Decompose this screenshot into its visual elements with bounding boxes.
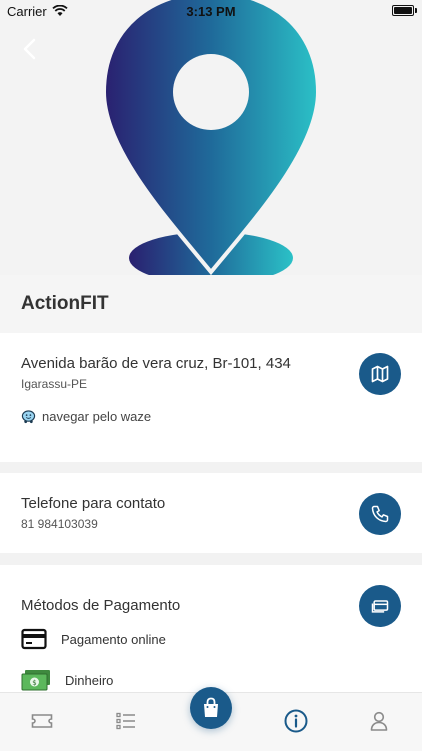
- waze-link[interactable]: navegar pelo waze: [21, 409, 151, 424]
- ticket-icon: [31, 714, 53, 728]
- credit-card-icon: [21, 628, 47, 650]
- clock: 3:13 PM: [186, 3, 236, 19]
- address-line: Avenida barão de vera cruz, Br-101, 434: [21, 355, 291, 372]
- shopping-bag-icon: [204, 697, 218, 717]
- payment-method-label: Dinheiro: [65, 672, 114, 688]
- call-button[interactable]: [359, 493, 401, 535]
- payment-button[interactable]: [359, 585, 401, 627]
- tab-list[interactable]: [112, 707, 140, 735]
- location-pin-illustration: [101, 0, 321, 275]
- contact-card: Telefone para contato 81 984103039: [0, 473, 422, 553]
- phone-number: 81 984103039: [21, 517, 98, 531]
- back-button[interactable]: [18, 36, 42, 62]
- battery-icon: [392, 5, 417, 16]
- phone-icon: [371, 505, 389, 523]
- contact-label: Telefone para contato: [21, 495, 166, 512]
- address-card: Avenida barão de vera cruz, Br-101, 434 …: [0, 333, 422, 462]
- waze-label: navegar pelo waze: [42, 409, 152, 424]
- tab-shop[interactable]: [190, 687, 232, 729]
- address-city: Igarassu-PE: [21, 377, 88, 391]
- user-icon: [370, 711, 388, 731]
- page-title: ActionFIT: [21, 293, 109, 314]
- title-section: ActionFIT: [0, 275, 422, 333]
- tab-bar: [0, 687, 422, 751]
- info-icon: [284, 709, 308, 733]
- chevron-left-icon: [23, 38, 36, 60]
- hero-banner: [0, 0, 422, 275]
- payment-method-cash: $ Dinheiro: [21, 669, 113, 691]
- open-map-button[interactable]: [359, 353, 401, 395]
- tab-profile[interactable]: [365, 707, 393, 735]
- payment-method-label: Pagamento online: [61, 631, 166, 647]
- status-bar: Carrier 3:13 PM: [0, 0, 422, 22]
- cards-icon: [371, 600, 389, 613]
- tab-info[interactable]: [282, 707, 310, 735]
- list-icon: [116, 712, 135, 730]
- payment-title: Métodos de Pagamento: [21, 597, 181, 614]
- map-icon: [371, 365, 389, 383]
- svg-text:$: $: [32, 679, 36, 687]
- tab-tickets[interactable]: [28, 707, 56, 735]
- cash-icon: $: [21, 670, 50, 691]
- payment-method-online: Pagamento online: [21, 628, 166, 650]
- waze-icon: [21, 410, 36, 424]
